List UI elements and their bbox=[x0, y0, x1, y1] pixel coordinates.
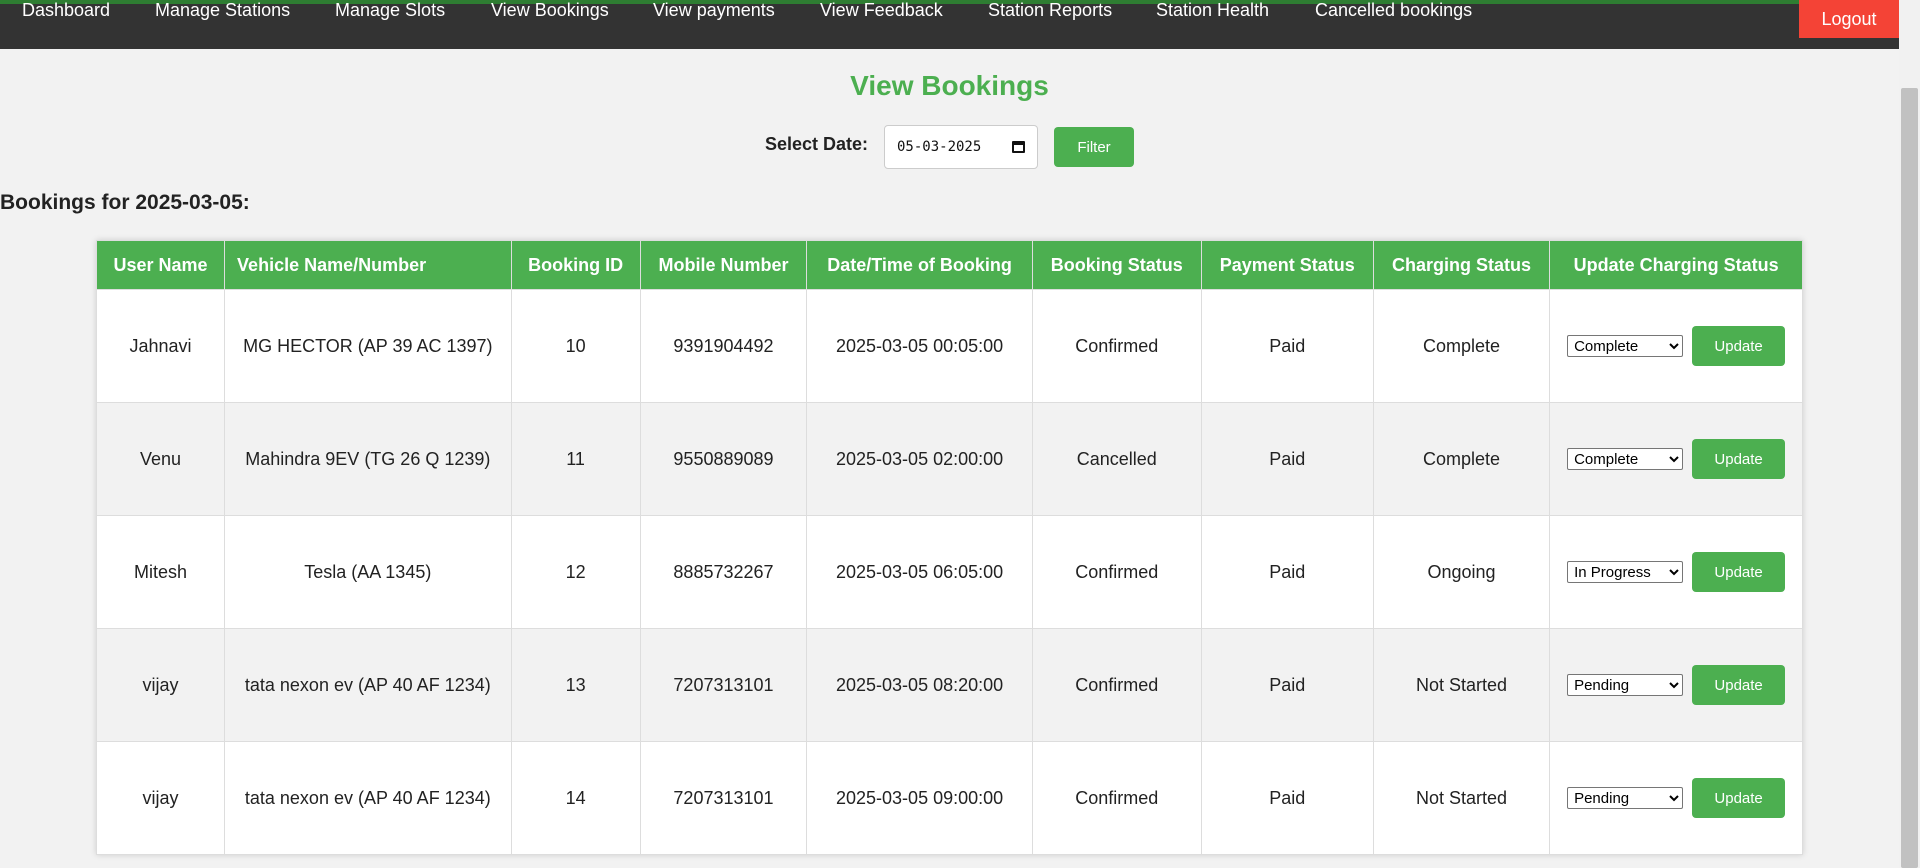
table-header-row: User Name Vehicle Name/Number Booking ID… bbox=[95, 240, 1803, 290]
cell-booking-status: Confirmed bbox=[1031, 741, 1202, 855]
cell-user: vijay bbox=[95, 741, 226, 855]
cell-vehicle: Mahindra 9EV (TG 26 Q 1239) bbox=[224, 402, 512, 516]
charging-status-select[interactable]: Complete bbox=[1567, 448, 1684, 470]
cell-vehicle: MG HECTOR (AP 39 AC 1397) bbox=[224, 289, 512, 403]
column-header-datetime: Date/Time of Booking bbox=[806, 240, 1033, 290]
cell-update-controls: Complete Update bbox=[1549, 289, 1803, 403]
cell-mobile: 7207313101 bbox=[639, 628, 808, 742]
cell-charging-status: Not Started bbox=[1372, 628, 1551, 742]
bookings-table: User Name Vehicle Name/Number Booking ID… bbox=[95, 240, 1803, 855]
cell-payment-status: Paid bbox=[1200, 402, 1374, 516]
cell-charging-status: Ongoing bbox=[1372, 515, 1551, 629]
nav-view-payments[interactable]: View payments bbox=[653, 0, 775, 21]
cell-payment-status: Paid bbox=[1200, 289, 1374, 403]
cell-booking-status: Confirmed bbox=[1031, 515, 1202, 629]
cell-update-controls: Pending Update bbox=[1549, 741, 1803, 855]
cell-charging-status: Complete bbox=[1372, 289, 1551, 403]
cell-mobile: 8885732267 bbox=[639, 515, 808, 629]
cell-charging-status: Not Started bbox=[1372, 741, 1551, 855]
table-row: vijay tata nexon ev (AP 40 AF 1234) 13 7… bbox=[95, 628, 1803, 742]
select-date-label: Select Date: bbox=[765, 134, 869, 154]
cell-booking-status: Cancelled bbox=[1031, 402, 1202, 516]
nav-dashboard[interactable]: Dashboard bbox=[22, 0, 110, 21]
date-input[interactable]: 05-03-2025 bbox=[884, 125, 1038, 169]
cell-update-controls: Pending Update bbox=[1549, 628, 1803, 742]
update-button[interactable]: Update bbox=[1692, 665, 1786, 705]
cell-vehicle: tata nexon ev (AP 40 AF 1234) bbox=[224, 741, 512, 855]
cell-datetime: 2025-03-05 09:00:00 bbox=[806, 741, 1033, 855]
cell-booking-id: 14 bbox=[510, 741, 641, 855]
cell-payment-status: Paid bbox=[1200, 515, 1374, 629]
cell-booking-id: 12 bbox=[510, 515, 641, 629]
cell-vehicle: tata nexon ev (AP 40 AF 1234) bbox=[224, 628, 512, 742]
date-value: 05-03-2025 bbox=[897, 139, 982, 155]
cell-user: vijay bbox=[95, 628, 226, 742]
cell-datetime: 2025-03-05 08:20:00 bbox=[806, 628, 1033, 742]
cell-mobile: 9391904492 bbox=[639, 289, 808, 403]
page-title: View Bookings bbox=[850, 70, 1049, 101]
update-button[interactable]: Update bbox=[1692, 439, 1786, 479]
cell-user: Jahnavi bbox=[95, 289, 226, 403]
update-button[interactable]: Update bbox=[1692, 326, 1786, 366]
table-row: Jahnavi MG HECTOR (AP 39 AC 1397) 10 939… bbox=[95, 289, 1803, 403]
cell-booking-status: Confirmed bbox=[1031, 628, 1202, 742]
nav-view-bookings[interactable]: View Bookings bbox=[491, 0, 609, 21]
cell-mobile: 7207313101 bbox=[639, 741, 808, 855]
charging-status-select[interactable]: In Progress bbox=[1567, 561, 1684, 583]
cell-user: Venu bbox=[95, 402, 226, 516]
table-row: vijay tata nexon ev (AP 40 AF 1234) 14 7… bbox=[95, 741, 1803, 855]
calendar-icon[interactable] bbox=[1012, 141, 1025, 153]
column-header-vehicle: Vehicle Name/Number bbox=[224, 240, 512, 290]
update-button[interactable]: Update bbox=[1692, 552, 1786, 592]
column-header-user-name: User Name bbox=[95, 240, 226, 290]
cell-vehicle: Tesla (AA 1345) bbox=[224, 515, 512, 629]
column-header-update-charging: Update Charging Status bbox=[1549, 240, 1803, 290]
column-header-mobile: Mobile Number bbox=[639, 240, 808, 290]
column-header-charging-status: Charging Status bbox=[1372, 240, 1551, 290]
cell-user: Mitesh bbox=[95, 515, 226, 629]
cell-booking-id: 11 bbox=[510, 402, 641, 516]
table-row: Mitesh Tesla (AA 1345) 12 8885732267 202… bbox=[95, 515, 1803, 629]
nav-station-health[interactable]: Station Health bbox=[1156, 0, 1269, 21]
cell-booking-status: Confirmed bbox=[1031, 289, 1202, 403]
top-navbar: Dashboard Manage Stations Manage Slots V… bbox=[0, 0, 1899, 49]
nav-cancelled-bookings[interactable]: Cancelled bookings bbox=[1315, 0, 1472, 21]
cell-datetime: 2025-03-05 02:00:00 bbox=[806, 402, 1033, 516]
cell-update-controls: In Progress Update bbox=[1549, 515, 1803, 629]
column-header-payment-status: Payment Status bbox=[1200, 240, 1374, 290]
cell-payment-status: Paid bbox=[1200, 628, 1374, 742]
column-header-booking-id: Booking ID bbox=[510, 240, 641, 290]
cell-booking-id: 13 bbox=[510, 628, 641, 742]
cell-update-controls: Complete Update bbox=[1549, 402, 1803, 516]
cell-payment-status: Paid bbox=[1200, 741, 1374, 855]
cell-datetime: 2025-03-05 00:05:00 bbox=[806, 289, 1033, 403]
cell-booking-id: 10 bbox=[510, 289, 641, 403]
cell-mobile: 9550889089 bbox=[639, 402, 808, 516]
cell-datetime: 2025-03-05 06:05:00 bbox=[806, 515, 1033, 629]
update-button[interactable]: Update bbox=[1692, 778, 1786, 818]
charging-status-select[interactable]: Pending bbox=[1567, 674, 1684, 696]
filter-button[interactable]: Filter bbox=[1054, 127, 1134, 167]
nav-view-feedback[interactable]: View Feedback bbox=[820, 0, 943, 21]
nav-station-reports[interactable]: Station Reports bbox=[988, 0, 1112, 21]
bookings-heading: Bookings for 2025-03-05: bbox=[0, 191, 250, 214]
page-scrollbar-thumb[interactable] bbox=[1901, 88, 1918, 868]
charging-status-select[interactable]: Complete bbox=[1567, 335, 1684, 357]
nav-manage-stations[interactable]: Manage Stations bbox=[155, 0, 290, 21]
table-row: Venu Mahindra 9EV (TG 26 Q 1239) 11 9550… bbox=[95, 402, 1803, 516]
cell-charging-status: Complete bbox=[1372, 402, 1551, 516]
logout-button[interactable]: Logout bbox=[1799, 0, 1899, 38]
column-header-booking-status: Booking Status bbox=[1031, 240, 1202, 290]
charging-status-select[interactable]: Pending bbox=[1567, 787, 1684, 809]
nav-manage-slots[interactable]: Manage Slots bbox=[335, 0, 445, 21]
